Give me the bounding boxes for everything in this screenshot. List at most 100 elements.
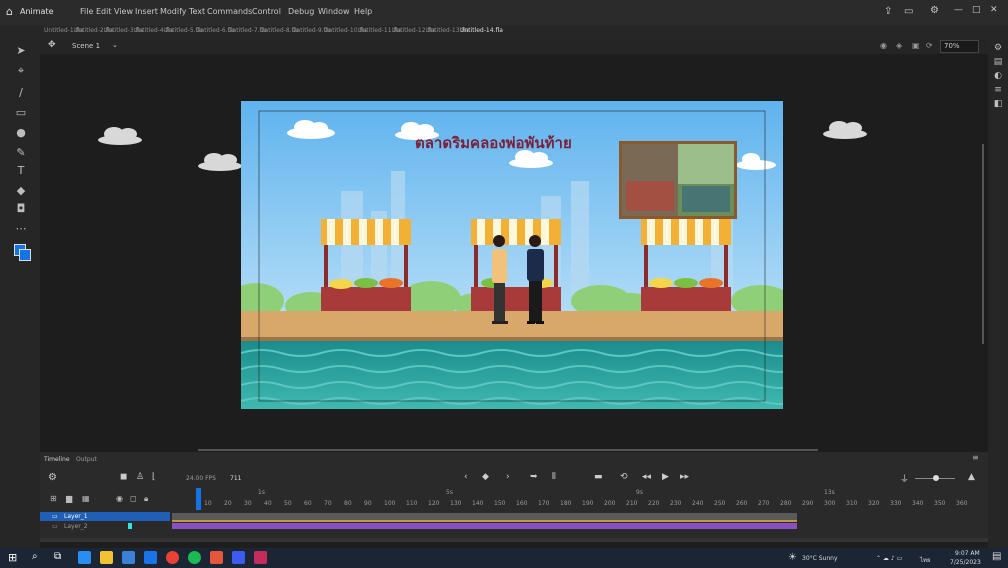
clip-icon[interactable]: ▣ xyxy=(912,41,920,50)
frame-span-layer-2[interactable] xyxy=(172,523,797,529)
menu-file[interactable]: File xyxy=(80,7,93,16)
menu-insert[interactable]: Insert xyxy=(135,7,158,16)
workspace-icon[interactable]: ▭ xyxy=(904,6,913,17)
visibility-icon[interactable]: ◉ xyxy=(116,494,123,503)
onion-skin-icon[interactable]: ◼ xyxy=(120,472,127,482)
language-indicator[interactable]: ไทย xyxy=(920,555,931,565)
layer-row-selected[interactable]: ▭ Layer_1 xyxy=(40,512,170,521)
file-explorer-icon[interactable] xyxy=(100,551,113,564)
spotify-icon[interactable] xyxy=(188,551,201,564)
rectangle-tool-icon[interactable]: ▭ xyxy=(14,106,28,120)
settings-icon[interactable]: ⚙ xyxy=(930,5,939,16)
outline-icon[interactable]: ◻ xyxy=(130,494,137,503)
menu-edit[interactable]: Edit xyxy=(96,7,112,16)
zoom-in-icon[interactable]: ▲ xyxy=(968,472,975,482)
panel-menu-icon[interactable]: ≡ xyxy=(972,453,979,462)
fps-readout[interactable]: 24.00 FPS xyxy=(186,475,216,482)
tray-icons[interactable]: ⌃ ☁ ♪ ▭ xyxy=(876,555,902,562)
step-forward-icon[interactable]: ▸▸ xyxy=(680,472,689,482)
mail-icon[interactable] xyxy=(144,551,157,564)
chrome-icon[interactable] xyxy=(166,551,179,564)
frame-readout[interactable]: 711 xyxy=(230,475,241,482)
edit-multiple-icon[interactable]: ⫴ xyxy=(552,472,556,482)
minimize-icon[interactable]: — xyxy=(954,5,963,15)
menu-view[interactable]: View xyxy=(114,7,133,16)
start-icon[interactable]: ⊞ xyxy=(8,551,17,564)
delete-layer-icon[interactable]: ▦ xyxy=(82,494,90,503)
animate-icon[interactable] xyxy=(254,551,267,564)
vertical-scrollbar[interactable] xyxy=(982,144,984,344)
task-view-icon[interactable]: ⧉ xyxy=(54,551,61,562)
menu-modify[interactable]: Modify xyxy=(160,7,187,16)
stage-canvas[interactable]: ตลาดริมคลองพ่อพันท้าย xyxy=(241,101,783,409)
app-icon[interactable] xyxy=(210,551,223,564)
maximize-icon[interactable]: □ xyxy=(972,5,981,15)
edge-icon[interactable] xyxy=(78,551,91,564)
app-icon[interactable] xyxy=(232,551,245,564)
menu-commands[interactable]: Commands xyxy=(207,7,252,16)
zoom-out-icon[interactable]: ⏚ xyxy=(900,472,909,485)
menu-window[interactable]: Window xyxy=(318,7,350,16)
frame-span-layer-1[interactable] xyxy=(172,513,797,520)
prev-keyframe-icon[interactable]: ‹ xyxy=(464,472,468,482)
new-layer-icon[interactable]: ⊞ xyxy=(50,494,57,503)
weather-icon[interactable]: ☀ xyxy=(788,552,797,563)
color-icon[interactable]: ◧ xyxy=(991,98,1005,110)
lock-icon[interactable]: 🔒︎ xyxy=(144,494,148,504)
chevron-down-icon[interactable]: ⌄ xyxy=(112,41,118,49)
new-folder-icon[interactable]: ▆ xyxy=(66,494,72,503)
eraser-tool-icon[interactable]: ◘ xyxy=(14,202,28,216)
selection-tool-icon[interactable]: ➤ xyxy=(14,44,28,58)
timeline-scrollbar[interactable] xyxy=(40,538,988,542)
library-icon[interactable]: ▤ xyxy=(991,56,1005,68)
properties-icon[interactable]: ⚙ xyxy=(991,42,1005,54)
clock-date[interactable]: 7/25/2023 xyxy=(950,559,981,566)
loop-range-icon[interactable]: ⟲ xyxy=(620,472,628,482)
paint-bucket-icon[interactable]: ◆ xyxy=(14,184,28,198)
layer-name[interactable]: Layer_2 xyxy=(64,523,88,530)
step-back-icon[interactable]: ◂◂ xyxy=(642,472,651,482)
loop-icon[interactable]: ▬ xyxy=(594,472,603,482)
play-icon[interactable]: ▶ xyxy=(662,472,669,482)
assets-icon[interactable]: ◐ xyxy=(991,70,1005,82)
layer-name[interactable]: Layer_1 xyxy=(64,513,88,520)
eye-icon[interactable]: ◉ xyxy=(880,41,887,50)
layer-row[interactable]: ▭ Layer_2 xyxy=(40,522,170,531)
add-keyframe-icon[interactable]: ◆ xyxy=(482,472,489,482)
snap-icon[interactable]: ◈ xyxy=(896,41,902,50)
horizontal-scrollbar[interactable] xyxy=(198,449,818,451)
clock-time[interactable]: 9:07 AM xyxy=(955,550,980,557)
frame-ruler[interactable]: 1s 5s 9s 13s 10 20 30 40 50 60 70 80 90 … xyxy=(190,488,980,510)
layer-depth-icon[interactable]: ♙ xyxy=(136,472,144,482)
oval-tool-icon[interactable]: ● xyxy=(14,126,28,140)
timeline-zoom-knob[interactable] xyxy=(933,475,939,481)
close-icon[interactable]: ✕ xyxy=(990,5,998,15)
fill-color-swatch[interactable] xyxy=(19,249,31,261)
align-icon[interactable]: ≡ xyxy=(991,84,1005,96)
menu-help[interactable]: Help xyxy=(354,7,372,16)
menu-control[interactable]: Control xyxy=(252,7,281,16)
weather-text[interactable]: 30°C Sunny xyxy=(802,555,838,562)
brush-tool-icon[interactable]: ∕ xyxy=(14,86,28,100)
pencil-tool-icon[interactable]: ✎ xyxy=(14,146,28,160)
zoom-select[interactable]: 70% xyxy=(940,40,979,53)
more-tools-icon[interactable]: ⋯ xyxy=(14,222,28,236)
rotate-icon[interactable]: ⟳ xyxy=(926,41,933,50)
doc-tab-active[interactable]: Untitled-14.fla xyxy=(460,27,503,34)
search-icon[interactable]: ⌕ xyxy=(32,551,38,562)
scene-name[interactable]: Scene 1 xyxy=(72,42,100,50)
menu-text[interactable]: Text xyxy=(189,7,205,16)
camera-icon[interactable]: ⚙ xyxy=(48,472,57,483)
text-tool-icon[interactable]: T xyxy=(14,164,28,178)
next-keyframe-icon[interactable]: › xyxy=(506,472,510,482)
tween-icon[interactable]: ➥ xyxy=(530,472,538,482)
parent-icon[interactable]: ⌊ xyxy=(152,472,156,482)
subselection-tool-icon[interactable]: ⌖ xyxy=(14,64,28,78)
share-icon[interactable]: ⇪ xyxy=(884,6,892,17)
tab-timeline[interactable]: Timeline xyxy=(44,456,70,463)
notification-icon[interactable]: ▤ xyxy=(992,551,1001,562)
tab-output[interactable]: Output xyxy=(76,456,97,463)
home-icon[interactable]: ⌂ xyxy=(6,5,13,18)
store-icon[interactable] xyxy=(122,551,135,564)
menu-debug[interactable]: Debug xyxy=(288,7,314,16)
